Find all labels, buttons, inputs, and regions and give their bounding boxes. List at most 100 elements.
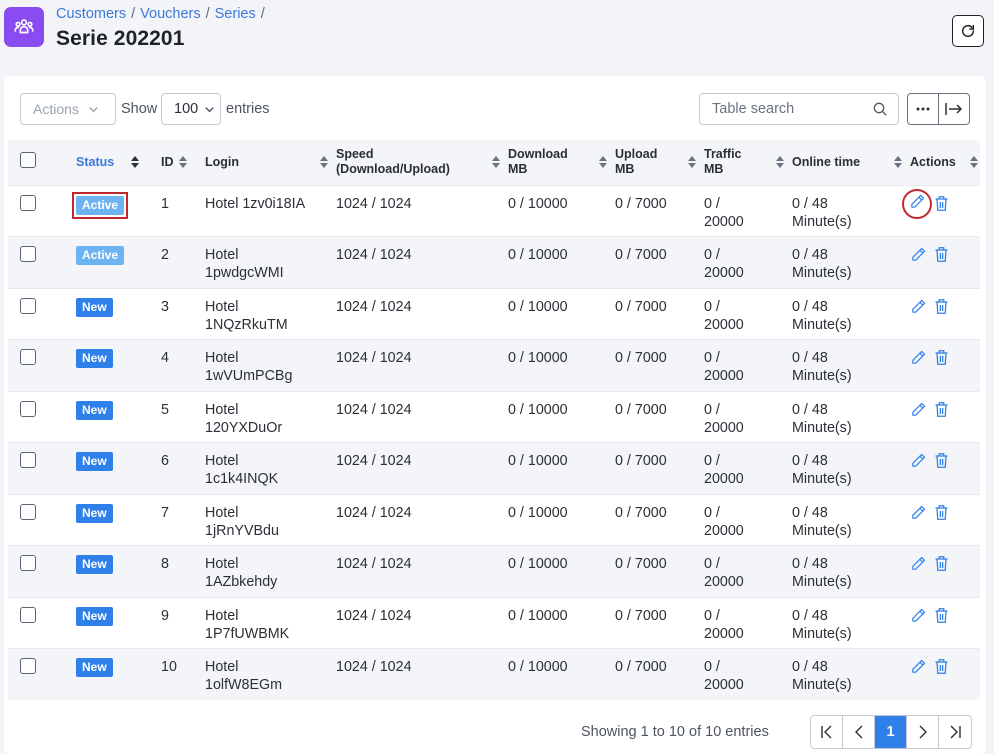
online-time-cell: 0 / 48 Minute(s) — [792, 659, 852, 693]
table-tools-group — [907, 93, 970, 125]
pencil-icon[interactable] — [910, 298, 927, 320]
column-header-id[interactable]: ID — [145, 140, 193, 185]
pencil-icon[interactable] — [910, 658, 927, 680]
table-row[interactable]: Active 1 Hotel 1zv0i18IA 1024 / 1024 0 / 100… — [8, 185, 980, 237]
table-search-input[interactable]: Table search — [699, 93, 899, 125]
table-row[interactable]: New 9 Hotel 1P7fUWBMK 1024 / 1024 0 / 10000 0… — [8, 597, 980, 649]
row-checkbox[interactable] — [20, 606, 36, 623]
select-all-checkbox[interactable] — [20, 152, 36, 169]
export-button[interactable] — [939, 94, 969, 124]
select-all-cell — [8, 140, 60, 185]
previous-page-button[interactable] — [843, 716, 875, 748]
last-page-button[interactable] — [939, 716, 971, 748]
column-header-traffic[interactable]: Traffic MB — [702, 140, 790, 185]
row-checkbox[interactable] — [20, 194, 36, 211]
row-checkbox[interactable] — [20, 297, 36, 314]
column-header-download[interactable]: Download MB — [506, 140, 613, 185]
upload-cell: 0 / 7000 — [615, 298, 667, 315]
table-row[interactable]: New 8 Hotel 1AZbkehdy 1024 / 1024 0 / 10000 0… — [8, 545, 980, 598]
next-page-button[interactable] — [907, 716, 939, 748]
highlight-circle — [902, 188, 932, 219]
row-checkbox[interactable] — [20, 246, 36, 262]
upload-cell: 0 / 7000 — [615, 504, 667, 521]
row-checkbox[interactable] — [20, 503, 36, 520]
trash-icon[interactable] — [934, 401, 949, 423]
table-row[interactable]: Active 2 Hotel 1pwdgcWMI 1024 / 1024 0 / 100… — [8, 236, 980, 288]
column-header-online-time[interactable]: Online time — [790, 140, 908, 185]
id-cell: 1 — [161, 195, 169, 212]
breadcrumb-series[interactable]: Series — [215, 6, 256, 22]
actions-cell — [908, 391, 980, 443]
trash-icon[interactable] — [934, 298, 949, 320]
page-button-current[interactable]: 1 — [875, 716, 907, 748]
pencil-icon[interactable] — [910, 349, 927, 371]
pencil-icon[interactable] — [910, 401, 927, 423]
more-options-button[interactable] — [908, 94, 939, 124]
id-cell: 9 — [161, 607, 169, 624]
speed-cell: 1024 / 1024 — [336, 401, 412, 418]
table-row[interactable]: New 3 Hotel 1NQzRkuTM 1024 / 1024 0 / 10000 0… — [8, 288, 980, 340]
online-time-cell: 0 / 48 Minute(s) — [792, 607, 852, 642]
status-cell: New — [60, 288, 145, 340]
trash-icon[interactable] — [934, 607, 949, 629]
trash-icon[interactable] — [934, 195, 949, 217]
status-badge: New — [76, 349, 113, 368]
table-row[interactable]: New 6 Hotel 1c1k4INQK 1024 / 1024 0 / 10000 0… — [8, 442, 980, 495]
upload-cell: 0 / 7000 — [615, 195, 667, 212]
row-checkbox[interactable] — [20, 452, 36, 468]
speed-cell: 1024 / 1024 — [336, 607, 412, 624]
breadcrumb-vouchers[interactable]: Vouchers — [140, 6, 200, 22]
trash-icon[interactable] — [934, 658, 949, 680]
bulk-actions-label: Actions — [33, 101, 79, 117]
table-row[interactable]: New 4 Hotel 1wVUmPCBg 1024 / 1024 0 / 10000 0… — [8, 339, 980, 392]
trash-icon[interactable] — [934, 452, 949, 474]
column-header-upload[interactable]: Upload MB — [613, 140, 702, 185]
status-badge: New — [76, 452, 113, 471]
pencil-icon[interactable] — [910, 246, 927, 268]
actions-cell — [908, 340, 980, 392]
pencil-icon[interactable] — [910, 607, 927, 629]
pencil-icon[interactable] — [910, 555, 927, 577]
users-group-icon[interactable] — [4, 7, 44, 47]
table-row[interactable]: New 5 Hotel 120YXDuOr 1024 / 1024 0 / 10000 0… — [8, 391, 980, 443]
row-select-cell — [8, 288, 60, 340]
status-badge: New — [76, 297, 113, 317]
bulk-actions-dropdown[interactable]: Actions — [20, 93, 116, 125]
row-select-cell — [8, 597, 60, 649]
column-header-actions[interactable]: Actions — [908, 140, 980, 185]
upload-cell: 0 / 7000 — [615, 659, 667, 675]
pencil-icon[interactable] — [909, 193, 926, 215]
column-header-login[interactable]: Login — [193, 140, 334, 185]
download-cell: 0 / 10000 — [508, 453, 568, 469]
breadcrumb-customers[interactable]: Customers — [56, 6, 126, 22]
column-header-status[interactable]: Status — [60, 140, 145, 185]
row-checkbox[interactable] — [20, 555, 36, 571]
pencil-icon[interactable] — [910, 452, 927, 474]
column-header-speed[interactable]: Speed (Download/Upload) — [334, 140, 506, 185]
trash-icon[interactable] — [934, 555, 949, 577]
sort-icon — [131, 156, 139, 169]
status-badge: Active — [76, 195, 125, 215]
row-checkbox[interactable] — [20, 658, 36, 674]
trash-icon[interactable] — [934, 504, 949, 526]
first-page-button[interactable] — [811, 716, 843, 748]
upload-cell: 0 / 7000 — [615, 556, 667, 572]
login-cell: Hotel 1P7fUWBMK — [205, 607, 290, 642]
last-page-icon — [950, 725, 961, 739]
table-row[interactable]: New 10 Hotel 1olfW8EGm 1024 / 1024 0 / 10000… — [8, 648, 980, 700]
online-time-cell: 0 / 48 Minute(s) — [792, 350, 852, 384]
page-length-select[interactable]: 100 — [161, 93, 221, 125]
search-icon — [873, 102, 887, 116]
row-checkbox[interactable] — [20, 400, 36, 417]
pencil-icon[interactable] — [910, 504, 927, 526]
row-checkbox[interactable] — [20, 349, 36, 365]
status-cell: Active — [60, 185, 145, 237]
status-badge: New — [76, 400, 113, 420]
trash-icon[interactable] — [934, 349, 949, 371]
trash-icon[interactable] — [934, 246, 949, 268]
row-select-cell — [8, 546, 60, 598]
refresh-button[interactable] — [952, 15, 984, 47]
actions-cell — [908, 443, 980, 495]
download-cell: 0 / 10000 — [508, 350, 568, 366]
table-row[interactable]: New 7 Hotel 1jRnYVBdu 1024 / 1024 0 / 10000 0… — [8, 494, 980, 546]
